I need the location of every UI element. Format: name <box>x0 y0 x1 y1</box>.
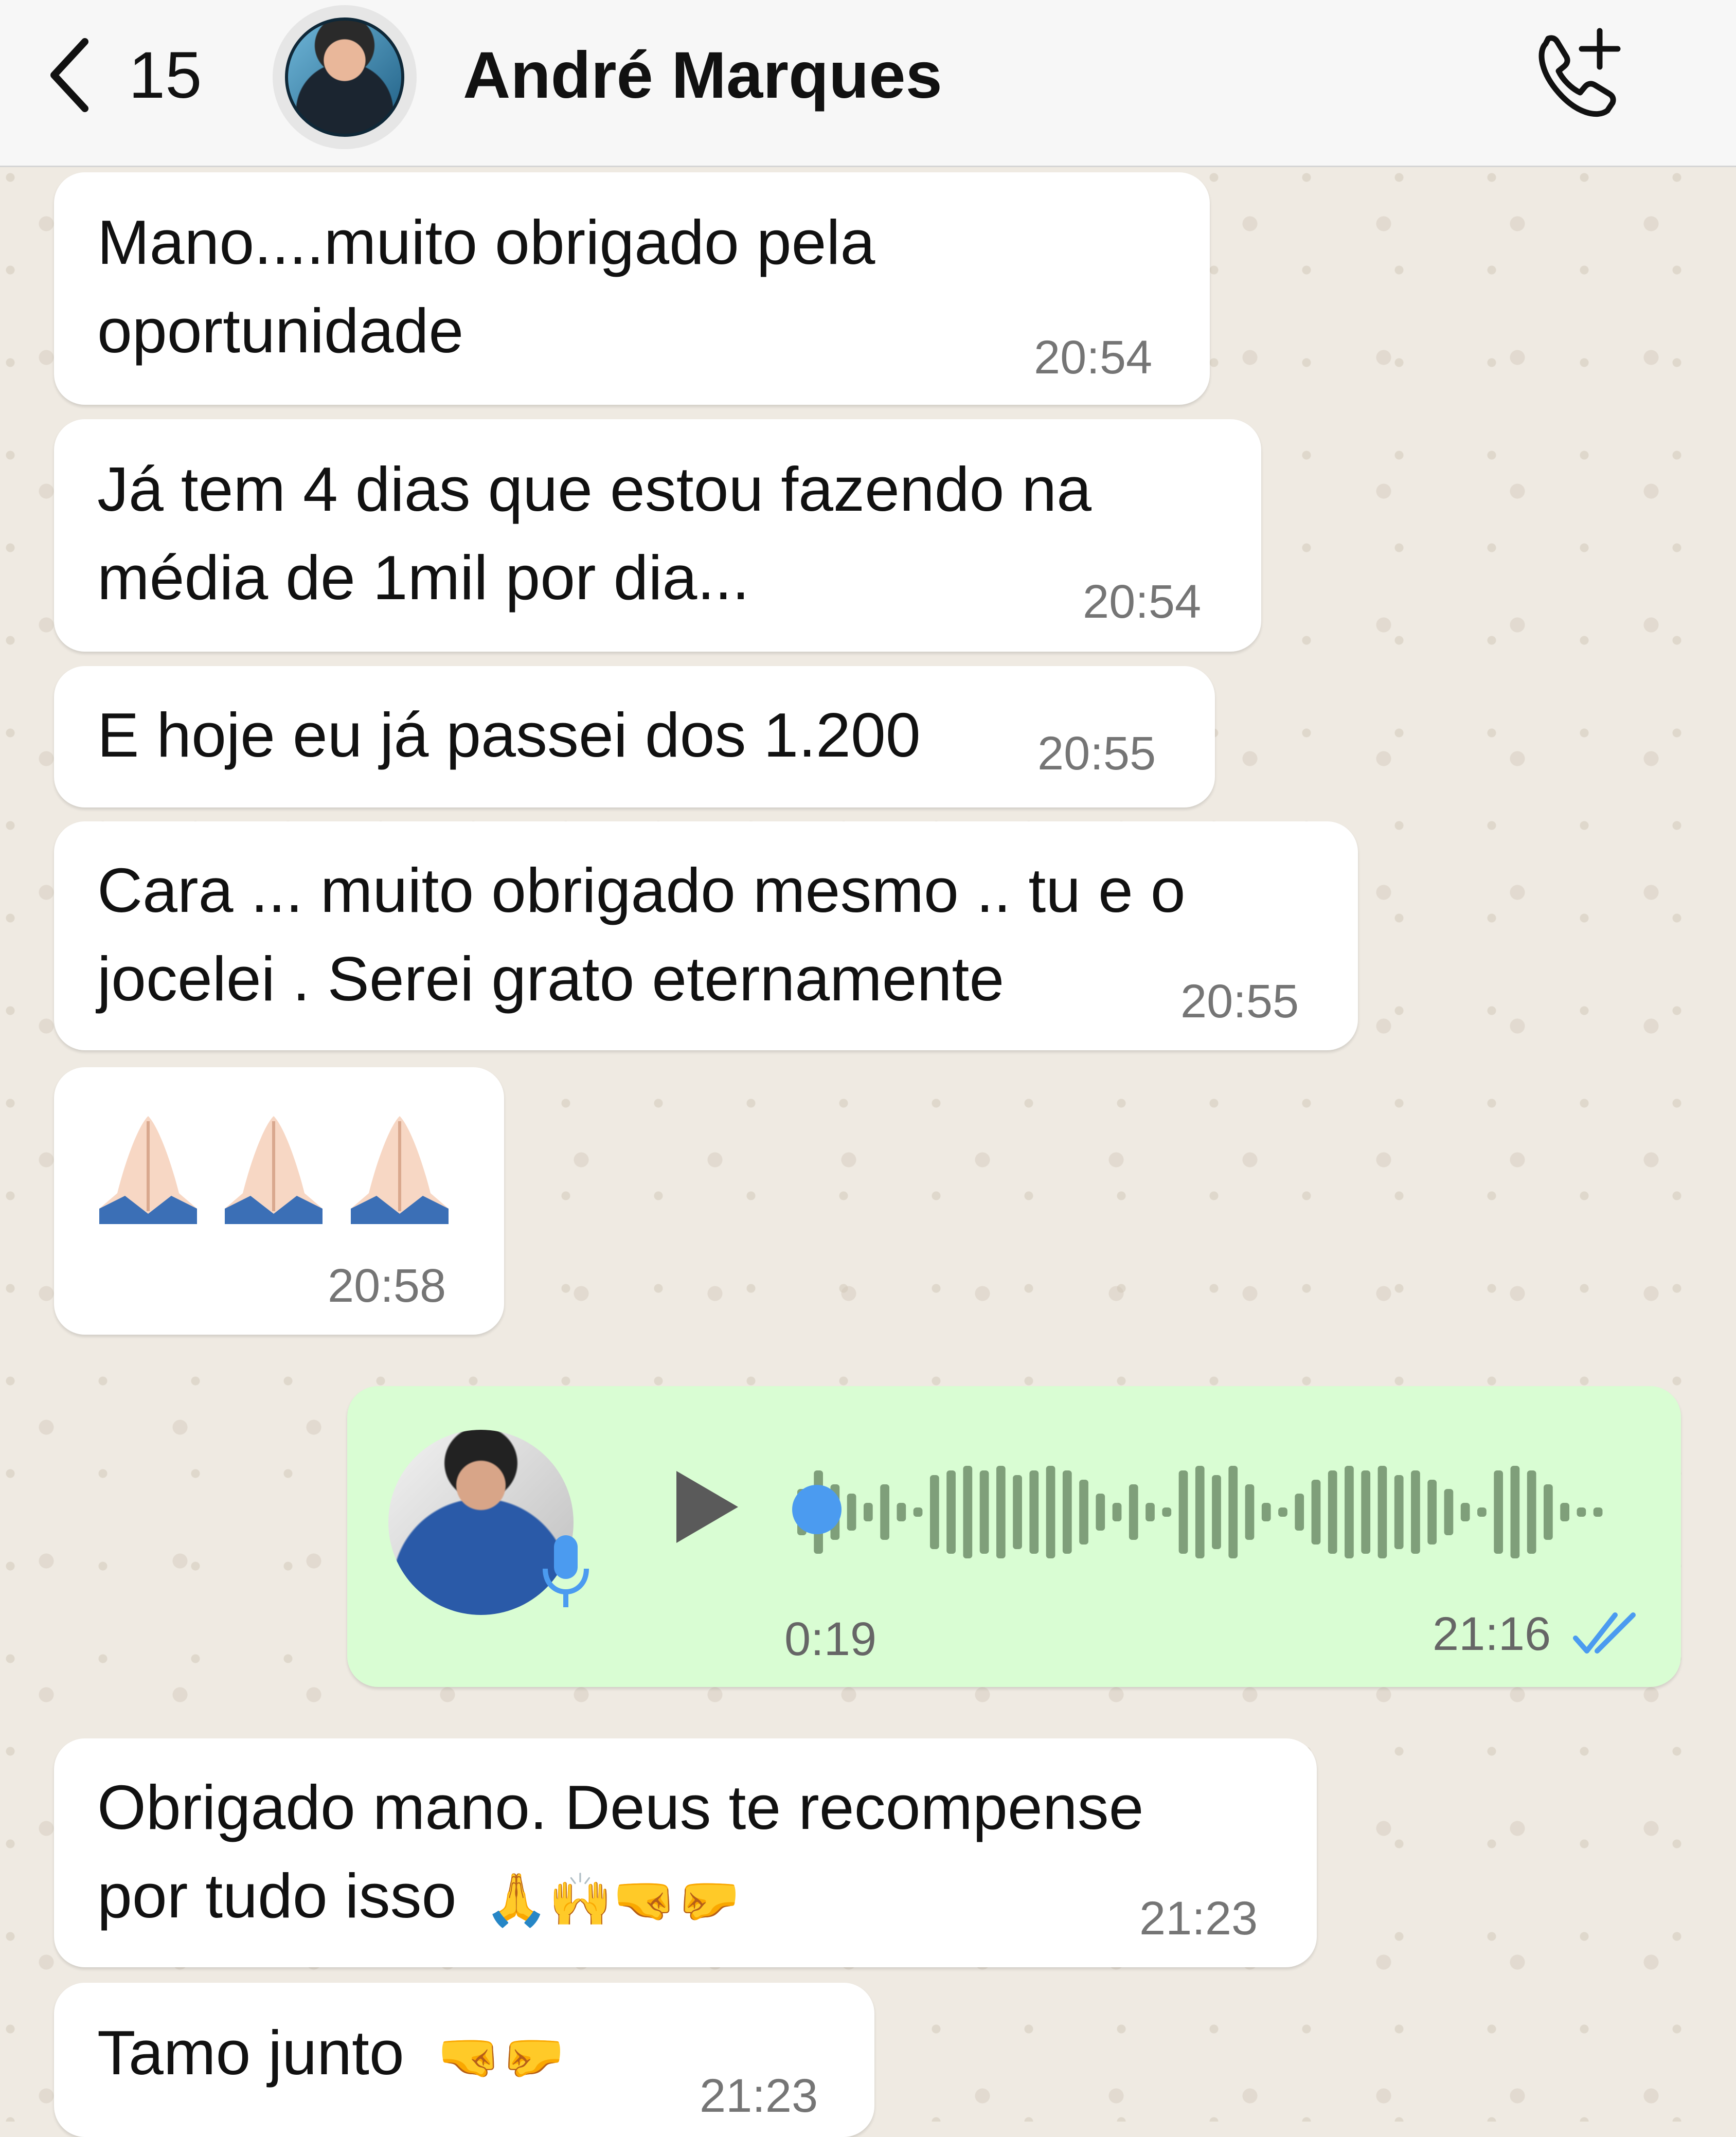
waveform-bar <box>1494 1470 1504 1554</box>
message-text: Mano....muito obrigado pela <box>97 207 875 277</box>
message-bubble[interactable]: Cara ... muito obrigado mesmo .. tu e o … <box>54 821 1358 1050</box>
message-text-line: por tudo isso <box>97 1861 457 1931</box>
message-bubble[interactable]: Tamo junto 🤜🤛 21:23 <box>54 1983 874 2137</box>
waveform-bar <box>1046 1466 1055 1558</box>
message-text: Já tem 4 dias que estou fazendo na <box>97 454 1091 524</box>
avatar-photo <box>285 17 404 137</box>
waveform-bar <box>946 1470 956 1554</box>
waveform-bar <box>929 1475 939 1549</box>
back-chevron-icon[interactable] <box>41 34 98 116</box>
message-text: oportunidade <box>97 296 464 366</box>
waveform-bar <box>1013 1475 1022 1549</box>
waveform-bar <box>1245 1484 1255 1540</box>
message-time: 20:54 <box>1034 331 1153 384</box>
message-time: 20:58 <box>328 1260 446 1312</box>
playback-scrubber[interactable] <box>792 1485 842 1534</box>
waveform-bar <box>1460 1503 1470 1521</box>
message-bubble[interactable]: 20:58 <box>54 1067 504 1335</box>
waveform-bar <box>1146 1503 1155 1521</box>
waveform-bar <box>1411 1470 1420 1554</box>
waveform-bar <box>1112 1503 1122 1521</box>
message-time: 21:16 <box>1433 1608 1551 1660</box>
message-time: 20:55 <box>1180 975 1299 1028</box>
message-time: 20:54 <box>1083 576 1202 628</box>
waveform-bar <box>1444 1489 1454 1535</box>
message-emoji-suffix: 🤜🤛 <box>437 2026 565 2087</box>
message-text: por tudo isso 🙏🙌🤜🤛 <box>97 1852 740 1944</box>
waveform-bar <box>979 1470 989 1554</box>
waveform-bar <box>1345 1466 1354 1558</box>
call-add-icon[interactable] <box>1523 21 1631 129</box>
waveform-bar <box>863 1503 873 1521</box>
waveform-bar <box>963 1466 973 1558</box>
waveform-bar <box>1394 1475 1404 1549</box>
message-time: 20:55 <box>1037 727 1156 780</box>
waveform-bar <box>1129 1484 1138 1540</box>
waveform-bar <box>1278 1507 1287 1517</box>
waveform-bar <box>1510 1466 1520 1558</box>
waveform-bar <box>1477 1507 1487 1517</box>
waveform-bar <box>1029 1470 1039 1554</box>
message-time: 21:23 <box>700 2070 818 2122</box>
waveform-bar <box>1560 1503 1569 1521</box>
waveform-bar <box>1178 1470 1188 1554</box>
message-text: jocelei . Serei grato eternamente <box>97 944 1005 1014</box>
mic-icon <box>543 1535 589 1607</box>
waveform-bar <box>1096 1494 1105 1531</box>
folded-hands-emoji-icon <box>350 1116 449 1224</box>
message-bubble[interactable]: Obrigado mano. Deus te recompense por tu… <box>54 1738 1317 1967</box>
message-time: 21:23 <box>1139 1892 1258 1945</box>
play-icon[interactable] <box>666 1463 743 1551</box>
message-text: média de 1mil por dia... <box>97 543 750 613</box>
message-emoji-suffix: 🙏🙌🤜🤛 <box>484 1870 741 1930</box>
waveform-bar <box>1377 1466 1387 1558</box>
chat-header: 15 André Marques <box>0 0 1736 167</box>
waveform-bar <box>1577 1507 1586 1517</box>
waveform-bar <box>1593 1507 1603 1517</box>
waveform-bar <box>847 1494 856 1531</box>
audio-waveform[interactable] <box>792 1461 1615 1564</box>
waveform-bar <box>1544 1484 1553 1540</box>
message-bubble[interactable]: Mano....muito obrigado pela oportunidade… <box>54 172 1210 405</box>
waveform-bar <box>880 1484 889 1540</box>
waveform-bar <box>1162 1507 1172 1517</box>
voice-note-bubble[interactable]: 0:19 21:16 <box>347 1386 1681 1687</box>
message-emoji <box>94 1106 475 1229</box>
waveform-bar <box>1311 1480 1321 1545</box>
voice-duration: 0:19 <box>784 1613 877 1665</box>
waveform-bar <box>1261 1503 1271 1521</box>
message-bubble[interactable]: Já tem 4 dias que estou fazendo na média… <box>54 419 1261 652</box>
waveform-bar <box>1228 1466 1238 1558</box>
double-check-icon <box>1573 1612 1636 1654</box>
waveform-bar <box>1427 1480 1437 1545</box>
unread-count[interactable]: 15 <box>129 37 202 114</box>
waveform-bar <box>1079 1480 1088 1545</box>
waveform-bar <box>1527 1470 1536 1554</box>
waveform-bar <box>913 1507 923 1517</box>
waveform-bar <box>1295 1494 1304 1531</box>
waveform-bar <box>1361 1470 1371 1554</box>
folded-hands-emoji-icon <box>225 1116 323 1224</box>
message-bubble[interactable]: E hoje eu já passei dos 1.200 20:55 <box>54 666 1215 807</box>
message-text-line: Tamo junto <box>97 2018 404 2088</box>
waveform-bar <box>1212 1475 1221 1549</box>
waveform-bar <box>996 1466 1006 1558</box>
waveform-bar <box>1328 1470 1337 1554</box>
contact-name[interactable]: André Marques <box>463 37 942 114</box>
message-text: Tamo junto 🤜🤛 <box>97 2008 565 2101</box>
message-text: Cara ... muito obrigado mesmo .. tu e o <box>97 855 1186 925</box>
waveform-bar <box>1195 1466 1205 1558</box>
message-text: Obrigado mano. Deus te recompense <box>97 1772 1144 1842</box>
folded-hands-emoji-icon <box>99 1116 197 1224</box>
waveform-bar <box>897 1503 906 1521</box>
contact-avatar[interactable] <box>273 5 417 149</box>
message-text: E hoje eu já passei dos 1.200 <box>97 700 921 770</box>
waveform-bar <box>1062 1470 1072 1554</box>
